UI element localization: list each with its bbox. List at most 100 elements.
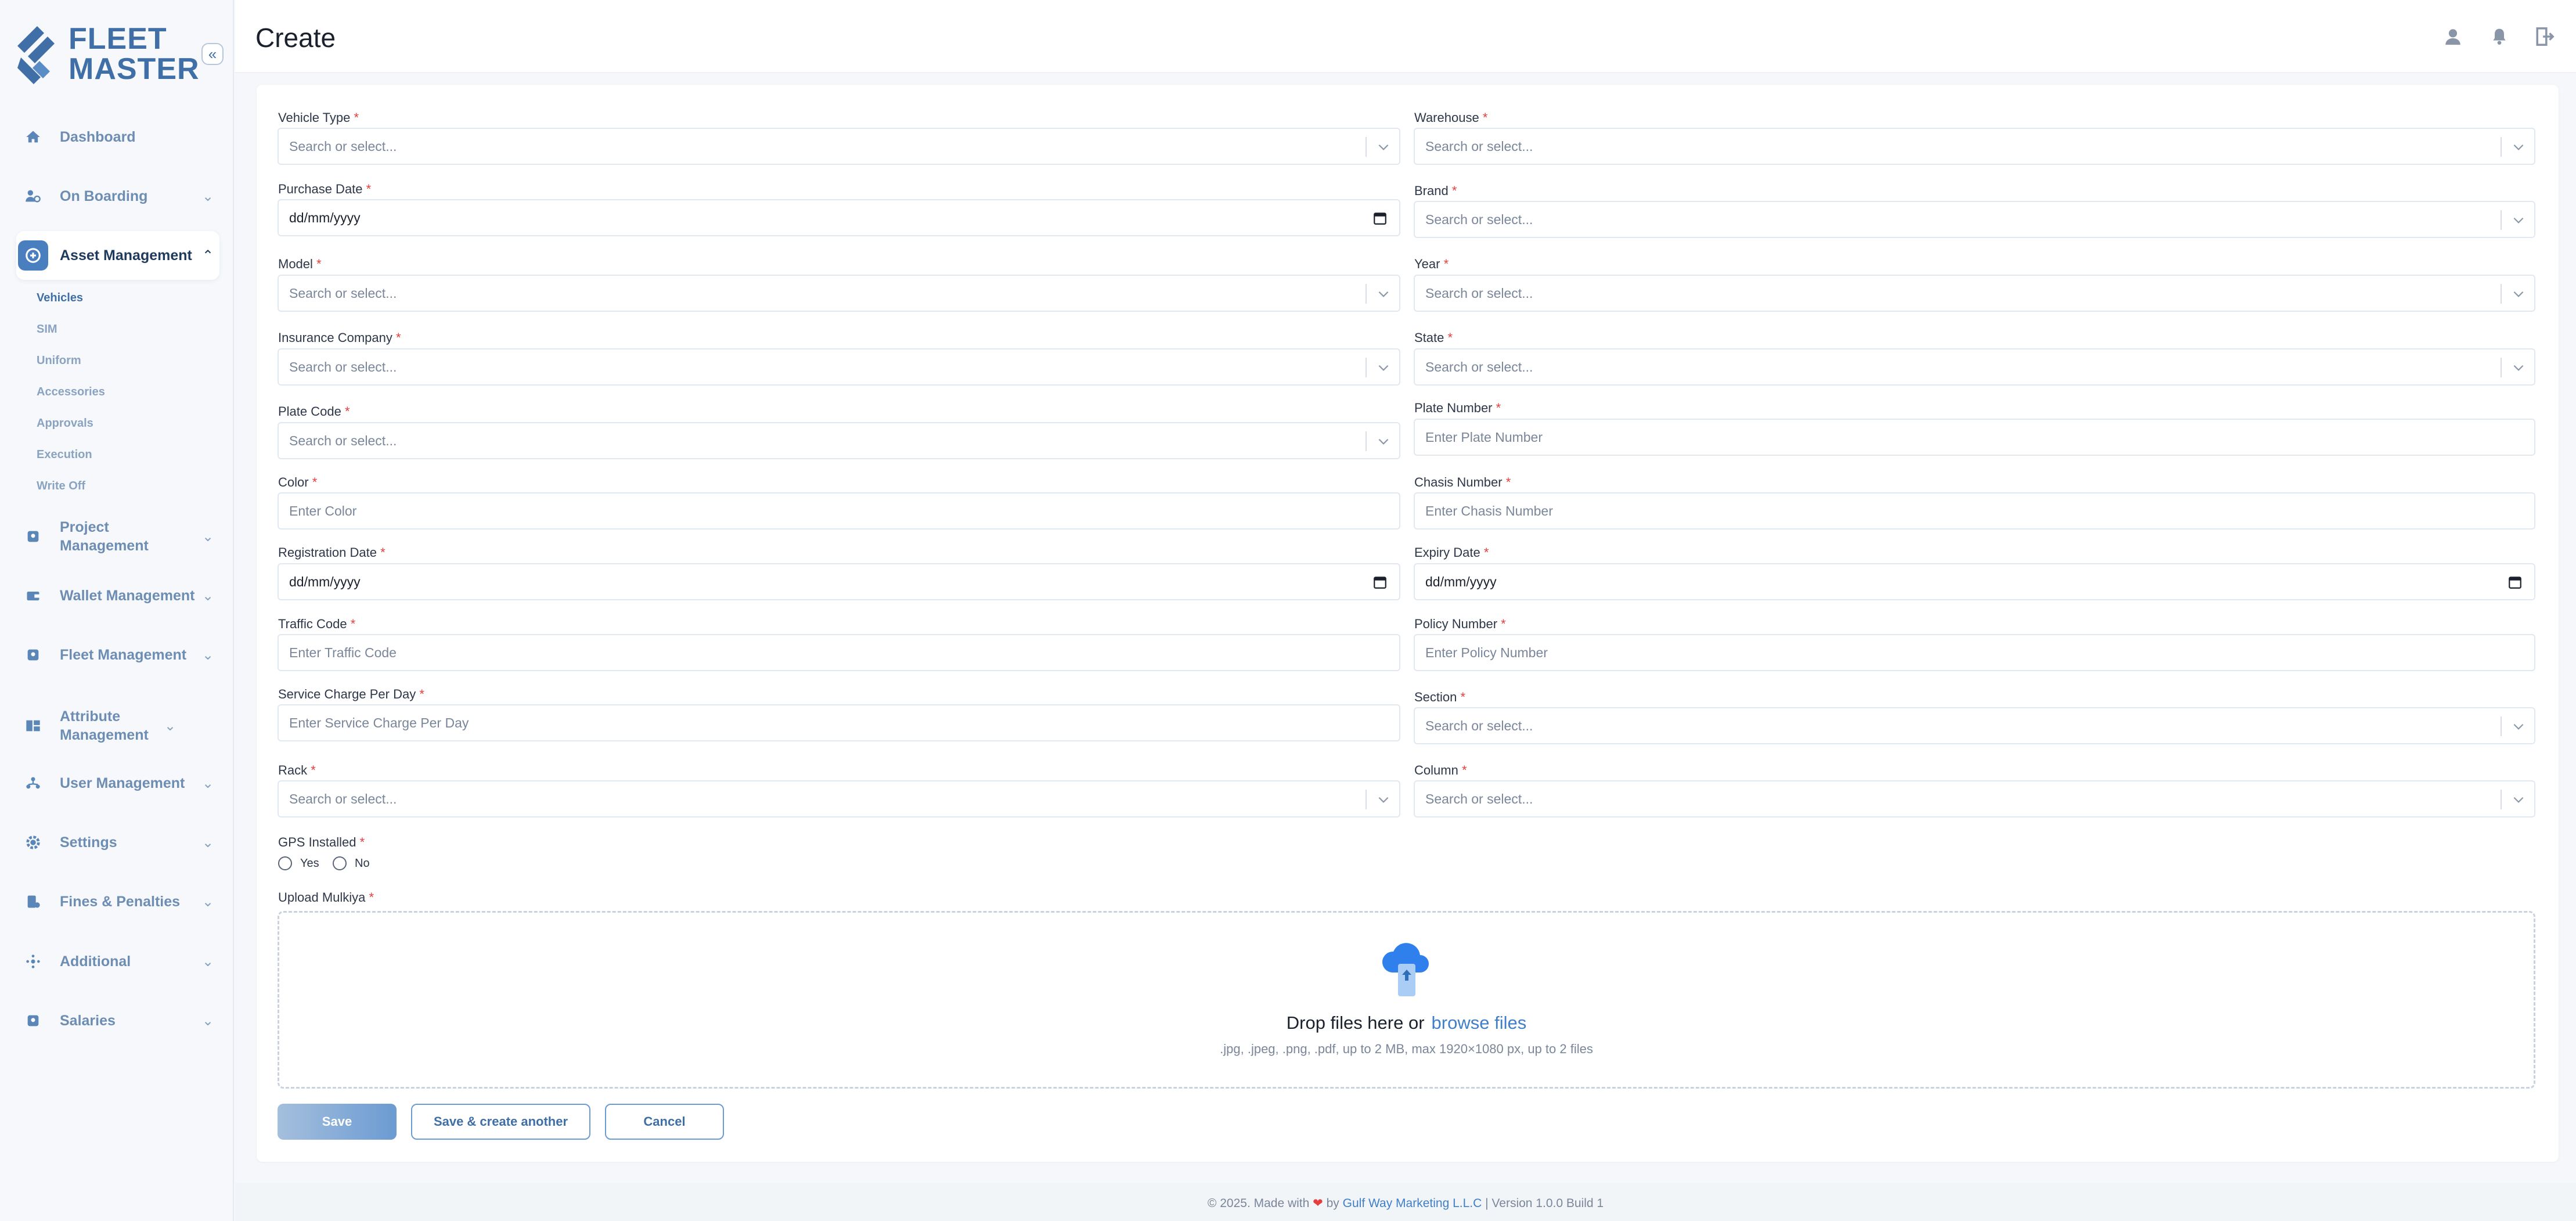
calendar-icon[interactable] <box>1372 211 1388 226</box>
service-charge-label: Service Charge Per Day * <box>278 687 424 701</box>
registration-date-input[interactable]: dd/mm/yyyy <box>278 563 1400 600</box>
warehouse-select[interactable]: Search or select... <box>1414 128 2535 165</box>
sidebar-item-label: Asset Management <box>60 247 192 264</box>
plate-code-select[interactable]: Search or select... <box>278 422 1400 459</box>
chevron-down-icon: ⌄ <box>201 894 214 910</box>
sidebar-subitem-vehicles[interactable]: Vehicles <box>37 291 83 305</box>
sidebar-subitem-write-off[interactable]: Write Off <box>37 480 85 493</box>
registration-date-label: Registration Date * <box>278 545 386 560</box>
project-icon <box>18 521 48 552</box>
rack-label: Rack * <box>278 763 316 777</box>
dropzone-text: Drop files here or browse files <box>1286 1013 1527 1033</box>
sidebar-subitem-uniform[interactable]: Uniform <box>37 354 81 368</box>
browse-files-link[interactable]: browse files <box>1432 1013 1527 1033</box>
sidebar-item-on-boarding[interactable]: On Boarding ⌄ <box>16 172 219 221</box>
color-input[interactable]: Enter Color <box>278 492 1400 530</box>
sidebar-subitem-accessories[interactable]: Accessories <box>37 386 105 399</box>
logout-icon[interactable] <box>2531 23 2558 50</box>
traffic-code-input[interactable]: Enter Traffic Code <box>278 634 1400 671</box>
column-select[interactable]: Search or select... <box>1414 780 2535 817</box>
collapse-sidebar-button[interactable]: « <box>201 43 224 65</box>
purchase-date-input[interactable]: dd/mm/yyyy <box>278 199 1400 236</box>
sidebar-item-wallet-management[interactable]: Wallet Management ⌄ <box>16 571 219 620</box>
sidebar-item-label: On Boarding <box>60 188 148 204</box>
color-label: Color * <box>278 475 318 489</box>
sidebar-item-dashboard[interactable]: Dashboard <box>16 113 219 161</box>
sidebar-item-user-management[interactable]: User Management ⌄ <box>16 759 219 808</box>
section-label: Section * <box>1414 690 1466 704</box>
vehicle-type-select[interactable]: Search or select... <box>278 128 1400 165</box>
gps-no-radio[interactable]: No <box>333 856 370 870</box>
attribute-icon <box>18 711 48 741</box>
state-select[interactable]: Search or select... <box>1414 348 2535 386</box>
sidebar-item-label: Wallet Management <box>60 588 195 604</box>
bell-icon[interactable] <box>2486 23 2513 50</box>
logo-text: FLEET MASTER <box>69 24 200 84</box>
year-label: Year * <box>1414 257 1449 271</box>
onboarding-icon <box>18 181 48 211</box>
cloud-upload-icon <box>1382 943 1429 996</box>
year-select[interactable]: Search or select... <box>1414 275 2535 312</box>
policy-number-input[interactable]: Enter Policy Number <box>1414 634 2535 671</box>
service-charge-input[interactable]: Enter Service Charge Per Day <box>278 704 1400 741</box>
save-create-another-button[interactable]: Save & create another <box>411 1104 590 1140</box>
sidebar-item-additional[interactable]: Additional ⌄ <box>16 937 219 986</box>
policy-number-label: Policy Number * <box>1414 617 1506 631</box>
sidebar-item-attribute-management[interactable]: Attribute Management ⌄ <box>16 696 219 756</box>
expiry-date-input[interactable]: dd/mm/yyyy <box>1414 563 2535 600</box>
company-link[interactable]: Gulf Way Marketing L.L.C <box>1343 1197 1482 1210</box>
traffic-code-label: Traffic Code * <box>278 617 356 631</box>
sidebar-item-salaries[interactable]: Salaries ⌄ <box>16 996 219 1045</box>
sidebar-subitem-execution[interactable]: Execution <box>37 448 92 462</box>
home-icon <box>18 122 48 152</box>
save-button[interactable]: Save <box>278 1104 397 1140</box>
sidebar-item-label: Dashboard <box>60 129 136 145</box>
sidebar-item-asset-management[interactable]: Asset Management ⌃ <box>16 231 219 280</box>
chevron-down-icon: ⌄ <box>164 718 176 734</box>
chasis-number-input[interactable]: Enter Chasis Number <box>1414 492 2535 530</box>
sidebar-item-fines-penalties[interactable]: Fines & Penalties ⌄ <box>16 877 219 926</box>
user-icon[interactable] <box>2440 23 2466 50</box>
rack-select[interactable]: Search or select... <box>278 780 1400 817</box>
sidebar-item-label: Fines & Penalties <box>60 894 181 910</box>
model-select[interactable]: Search or select... <box>278 275 1400 312</box>
additional-icon <box>18 946 48 977</box>
warehouse-label: Warehouse * <box>1414 110 1488 125</box>
plate-number-input[interactable]: Enter Plate Number <box>1414 419 2535 456</box>
footer: © 2025. Made with ❤ by Gulf Way Marketin… <box>235 1183 2576 1221</box>
chevron-down-icon: ⌄ <box>201 953 214 970</box>
dropzone-hint: .jpg, .jpeg, .png, .pdf, up to 2 MB, max… <box>1220 1042 1593 1056</box>
state-label: State * <box>1414 330 1453 345</box>
logo[interactable]: FLEET MASTER <box>17 22 199 86</box>
chevron-down-icon: ⌄ <box>201 775 214 791</box>
vehicle-type-label: Vehicle Type * <box>278 110 359 125</box>
sidebar-item-label: Fleet Management <box>60 647 187 663</box>
insurance-company-label: Insurance Company * <box>278 330 401 345</box>
chevron-down-icon: ⌄ <box>201 528 214 545</box>
logo-line1: FLEET <box>69 22 167 56</box>
chevron-down-icon: ⌄ <box>201 834 214 851</box>
brand-label: Brand * <box>1414 183 1457 198</box>
calendar-icon[interactable] <box>2507 575 2523 590</box>
fleet-icon <box>18 640 48 670</box>
calendar-icon[interactable] <box>1372 575 1388 590</box>
sidebar-subitem-approvals[interactable]: Approvals <box>37 417 93 430</box>
sidebar-subitem-sim[interactable]: SIM <box>37 323 57 336</box>
sidebar-item-settings[interactable]: Settings ⌄ <box>16 818 219 867</box>
fines-icon <box>18 887 48 917</box>
gps-yes-radio[interactable]: Yes <box>278 856 319 870</box>
chevron-down-icon: ⌄ <box>201 647 214 663</box>
insurance-company-select[interactable]: Search or select... <box>278 348 1400 386</box>
brand-select[interactable]: Search or select... <box>1414 201 2535 238</box>
column-label: Column * <box>1414 763 1467 777</box>
upload-mulkiya-label: Upload Mulkiya * <box>278 890 374 905</box>
sidebar-item-project-management[interactable]: Project Management ⌄ <box>16 512 219 561</box>
sidebar: FLEET MASTER « Dashboard On Boarding ⌄ A… <box>0 0 234 1221</box>
section-select[interactable]: Search or select... <box>1414 707 2535 744</box>
sidebar-item-fleet-management[interactable]: Fleet Management ⌄ <box>16 631 219 679</box>
page-title: Create <box>255 23 336 53</box>
cancel-button[interactable]: Cancel <box>605 1104 724 1140</box>
chevron-up-icon: ⌃ <box>201 247 214 264</box>
plate-number-label: Plate Number * <box>1414 401 1501 415</box>
upload-dropzone[interactable]: Drop files here or browse files .jpg, .jp… <box>278 911 2535 1089</box>
